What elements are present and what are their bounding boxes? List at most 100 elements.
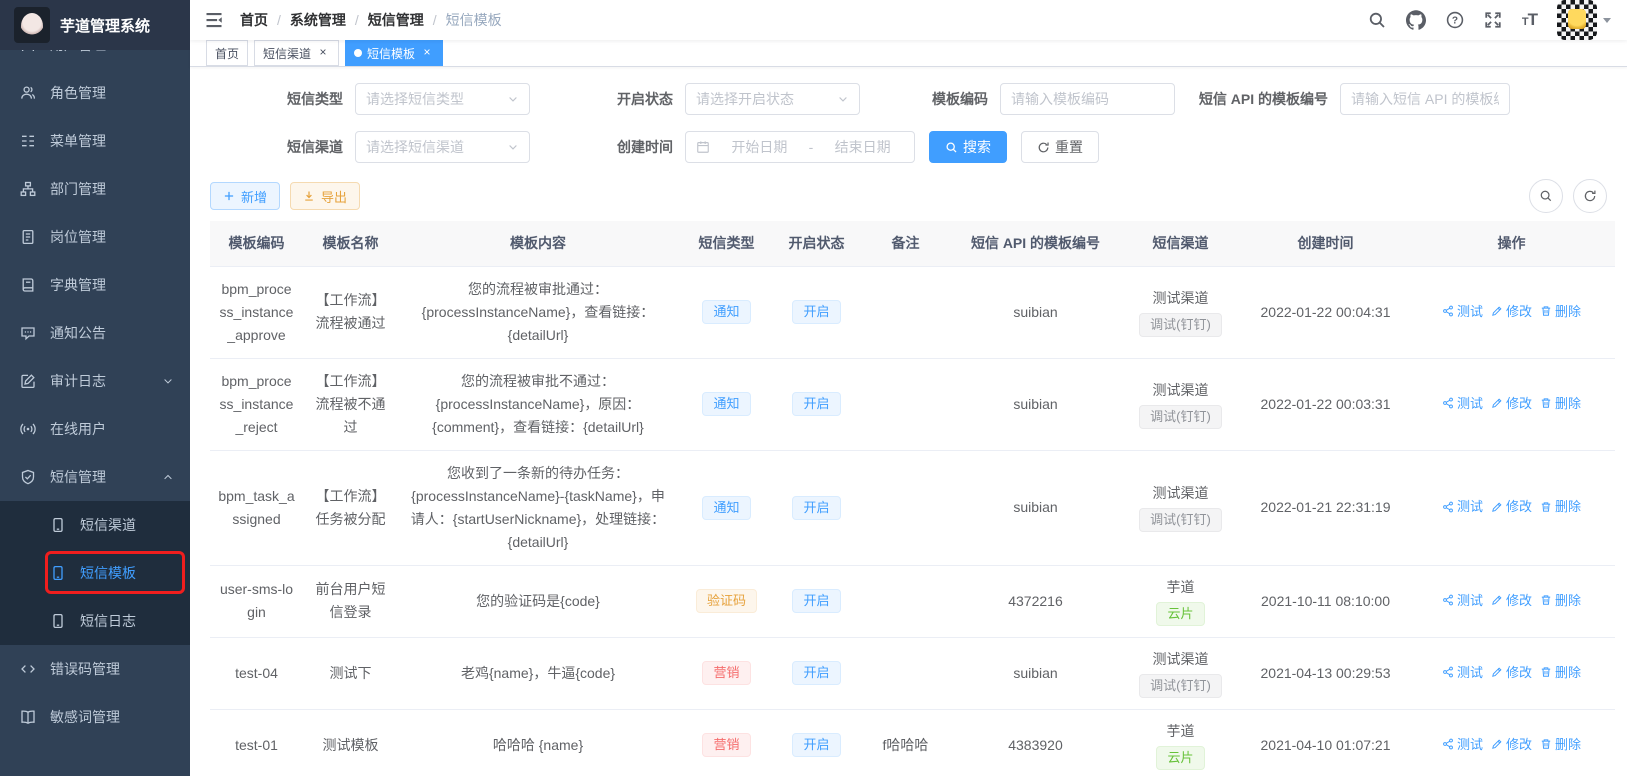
edit-icon [1491, 397, 1503, 409]
api-code-cell: suibian [953, 450, 1118, 565]
sidebar-item-9[interactable]: 短信管理 [0, 453, 190, 501]
delete-link[interactable]: 删除 [1540, 392, 1581, 415]
sidebar-item-label: 部门管理 [50, 179, 106, 199]
created-time-cell: 2021-10-11 08:10:00 [1243, 565, 1408, 637]
sidebar-item-label: 短信模板 [80, 563, 136, 583]
channel-tag-wrap: 云片 [1126, 746, 1235, 770]
delete-link-label: 删除 [1555, 733, 1581, 756]
delete-link[interactable]: 删除 [1540, 589, 1581, 612]
app-root: 用户管理角色管理菜单管理部门管理岗位管理字典管理通知公告审计日志在线用户短信管理… [0, 0, 1627, 776]
api-template-input[interactable] [1351, 84, 1499, 114]
edit-icon [1491, 738, 1503, 750]
github-icon[interactable] [1406, 10, 1426, 30]
navbar-actions: ? TT [1368, 0, 1611, 40]
sidebar-item-5[interactable]: 字典管理 [0, 261, 190, 309]
sidebar-item-6[interactable]: 通知公告 [0, 309, 190, 357]
date-start-placeholder: 开始日期 [718, 137, 801, 157]
remark-cell [858, 266, 953, 358]
search-icon [1539, 189, 1553, 203]
actions-cell: 测试修改删除 [1408, 565, 1615, 637]
refresh-button[interactable] [1573, 179, 1607, 213]
user-menu[interactable] [1557, 0, 1611, 40]
table-row: test-01测试模板哈哈哈 {name}营销开启f哈哈哈4383920芋道云片… [210, 709, 1615, 776]
sidebar-item-1[interactable]: 角色管理 [0, 69, 190, 117]
sms-type-select[interactable]: 请选择短信类型 [355, 83, 530, 115]
calendar-icon [696, 140, 710, 154]
help-icon[interactable]: ? [1446, 11, 1464, 29]
shield-icon [20, 469, 36, 485]
delete-link[interactable]: 删除 [1540, 661, 1581, 684]
reset-button[interactable]: 重置 [1021, 131, 1099, 163]
sidebar-item-2[interactable]: 菜单管理 [0, 117, 190, 165]
channel-select[interactable]: 请选择短信渠道 [355, 131, 530, 163]
remark-cell [858, 637, 953, 709]
channel-tag: 调试(钉钉) [1139, 313, 1222, 337]
sidebar-item-14[interactable]: 敏感词管理 [0, 693, 190, 741]
template-name-cell: 【工作流】任务被分配 [303, 450, 398, 565]
edit-link[interactable]: 修改 [1491, 495, 1532, 518]
breadcrumb-item-0[interactable]: 首页 [240, 10, 268, 30]
test-link[interactable]: 测试 [1442, 733, 1483, 756]
edit-link[interactable]: 修改 [1491, 300, 1532, 323]
tab-1[interactable]: 短信渠道× [254, 40, 339, 66]
font-size-icon[interactable]: TT [1522, 10, 1537, 30]
remark-cell [858, 450, 953, 565]
delete-link[interactable]: 删除 [1540, 300, 1581, 323]
test-link[interactable]: 测试 [1442, 300, 1483, 323]
search-icon[interactable] [1368, 11, 1386, 29]
edit-link[interactable]: 修改 [1491, 661, 1532, 684]
close-icon[interactable]: × [316, 46, 330, 60]
table-toolbar: 新增 导出 [210, 179, 1615, 213]
sidebar-item-4[interactable]: 岗位管理 [0, 213, 190, 261]
active-tab-dot [354, 49, 362, 57]
refresh-icon [1583, 189, 1597, 203]
sidebar-collapse-icon[interactable] [204, 10, 224, 30]
delete-link[interactable]: 删除 [1540, 495, 1581, 518]
status-tag: 开启 [792, 589, 840, 613]
avatar[interactable] [1557, 0, 1597, 40]
add-button[interactable]: 新增 [210, 182, 280, 210]
table-header: 模板编码模板名称模板内容短信类型开启状态备注短信 API 的模板编号短信渠道创建… [210, 221, 1615, 266]
sms-type-placeholder: 请选择短信类型 [366, 89, 464, 109]
export-button[interactable]: 导出 [290, 182, 360, 210]
test-link[interactable]: 测试 [1442, 495, 1483, 518]
chevron-down-icon [507, 93, 519, 105]
sidebar-item-13[interactable]: 错误码管理 [0, 645, 190, 693]
breadcrumb-item-2[interactable]: 短信管理 [368, 10, 424, 30]
edit-link[interactable]: 修改 [1491, 589, 1532, 612]
sidebar-item-label: 错误码管理 [50, 659, 120, 679]
page-content: 短信类型 请选择短信类型 开启状态 请选择开启状态 模板编码 短信 API 的模… [190, 67, 1627, 776]
fullscreen-icon[interactable] [1484, 11, 1502, 29]
hide-search-button[interactable] [1529, 179, 1563, 213]
edit-link[interactable]: 修改 [1491, 733, 1532, 756]
test-link[interactable]: 测试 [1442, 589, 1483, 612]
delete-link[interactable]: 删除 [1540, 733, 1581, 756]
test-link[interactable]: 测试 [1442, 661, 1483, 684]
edit-link[interactable]: 修改 [1491, 392, 1532, 415]
channel-tag-wrap: 调试(钉钉) [1126, 313, 1235, 337]
sidebar-item-sub-12[interactable]: 短信日志 [0, 597, 190, 645]
sidebar: 用户管理角色管理菜单管理部门管理岗位管理字典管理通知公告审计日志在线用户短信管理… [0, 0, 190, 776]
sidebar-item-8[interactable]: 在线用户 [0, 405, 190, 453]
template-code-input[interactable] [1011, 84, 1164, 114]
sidebar-item-3[interactable]: 部门管理 [0, 165, 190, 213]
sidebar-item-7[interactable]: 审计日志 [0, 357, 190, 405]
sidebar-item-sub-11[interactable]: 短信模板 [0, 549, 190, 597]
template-name-cell: 【工作流】流程被不通过 [303, 358, 398, 450]
close-icon[interactable]: × [420, 46, 434, 60]
test-link[interactable]: 测试 [1442, 392, 1483, 415]
sidebar-item-sub-10[interactable]: 短信渠道 [0, 501, 190, 549]
column-header-7: 短信渠道 [1118, 221, 1243, 266]
chevron-down-icon [162, 375, 174, 387]
column-header-1: 模板名称 [303, 221, 398, 266]
tab-0[interactable]: 首页 [206, 40, 248, 66]
search-button[interactable]: 搜索 [929, 131, 1007, 163]
date-range-picker[interactable]: 开始日期 - 结束日期 [685, 131, 915, 163]
templates-table: 模板编码模板名称模板内容短信类型开启状态备注短信 API 的模板编号短信渠道创建… [210, 221, 1615, 776]
status-select[interactable]: 请选择开启状态 [685, 83, 860, 115]
tab-2[interactable]: 短信模板× [345, 40, 443, 66]
breadcrumb-item-1[interactable]: 系统管理 [290, 10, 346, 30]
api-template-field-wrap [1340, 83, 1510, 115]
template-name-cell: 测试下 [303, 637, 398, 709]
status-tag: 开启 [792, 392, 840, 416]
